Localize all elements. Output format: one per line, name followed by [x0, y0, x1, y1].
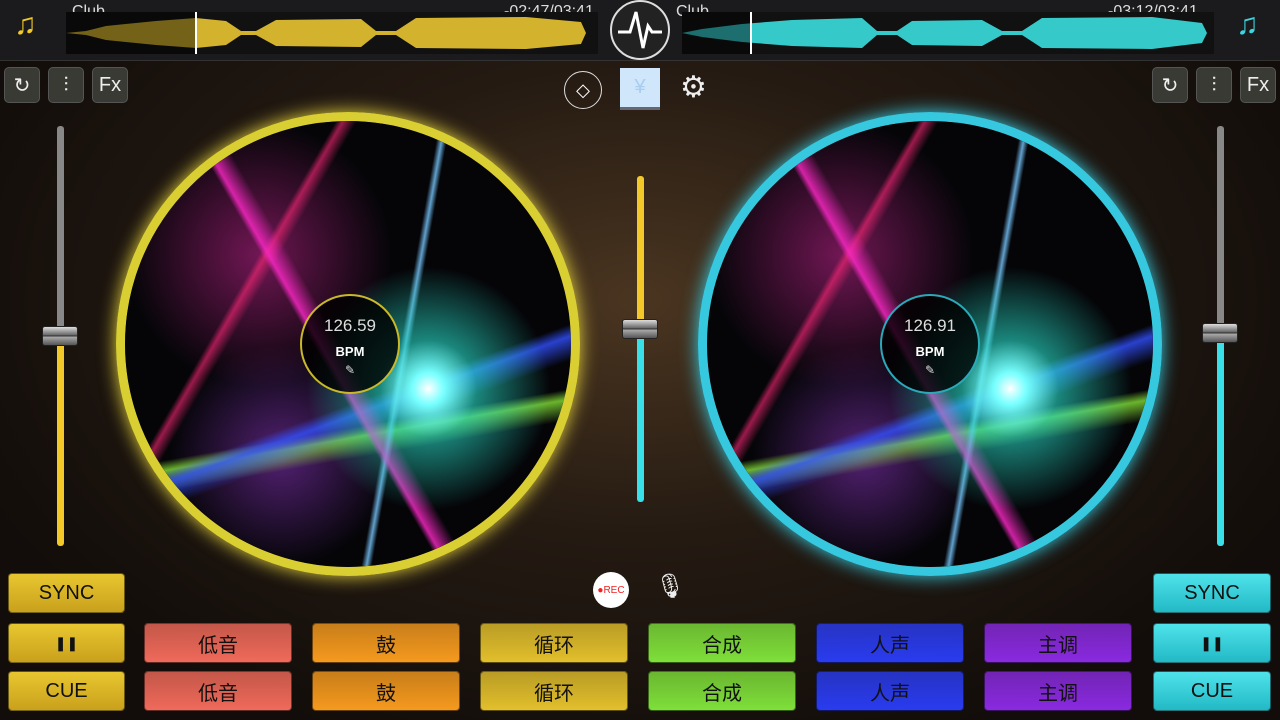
deck-b-pad-0[interactable]: 低音	[144, 671, 292, 711]
diamond-icon[interactable]: ◇	[564, 71, 602, 109]
edit-pencil-icon[interactable]: ✎	[925, 363, 935, 377]
add-music-icon-left[interactable]: ♫	[14, 8, 37, 42]
deck-a-volume-track	[57, 126, 64, 336]
deck-b-pad-3[interactable]: 合成	[648, 671, 796, 711]
deck-b-waveform[interactable]	[682, 12, 1214, 54]
deck-b-pad-2[interactable]: 循环	[480, 671, 628, 711]
deck-a-pad-0[interactable]: 低音	[144, 623, 292, 663]
deck-a-waveform[interactable]	[66, 12, 598, 54]
settings-gear-icon[interactable]: ⚙	[680, 70, 707, 105]
deck-b-bpm-value: 126.91	[904, 315, 956, 335]
crossfader-slider[interactable]	[622, 319, 658, 339]
edit-pencil-icon[interactable]: ✎	[345, 363, 355, 377]
microphone-icon[interactable]: 🎙	[655, 572, 685, 601]
deck-b-volume-fill	[1217, 333, 1224, 546]
deck-a-bpm-label: BPM	[335, 343, 365, 359]
deck-a-cue-button[interactable]: CUE	[8, 671, 125, 711]
deck-a-pad-1[interactable]: 鼓	[312, 623, 460, 663]
deck-a-pad-3[interactable]: 合成	[648, 623, 796, 663]
deck-b-volume-slider[interactable]	[1202, 323, 1238, 343]
deck-b-cue-button[interactable]: CUE	[1153, 671, 1271, 711]
deck-a-pad-2[interactable]: 循环	[480, 623, 628, 663]
deck-b-bpm-label: BPM	[915, 343, 945, 359]
deck-b-eq-icon[interactable]: ⫶	[1196, 67, 1232, 103]
deck-a-pad-5[interactable]: 主调	[984, 623, 1132, 663]
deck-a-bpm-value: 126.59	[324, 315, 376, 335]
deck-b-loop-icon[interactable]: ↻	[1152, 67, 1188, 103]
deck-b-bpm-display[interactable]: 126.91 BPM ✎	[880, 294, 980, 394]
deck-a-bpm-display[interactable]: 126.59 BPM ✎	[300, 294, 400, 394]
deck-b-play-pause-button[interactable]: ❚❚	[1153, 623, 1271, 663]
deck-b-sync-button[interactable]: SYNC	[1153, 573, 1271, 613]
crossfader-left	[637, 176, 644, 329]
heartbeat-logo-icon[interactable]	[610, 0, 670, 60]
crossfader-right	[637, 329, 644, 502]
deck-b-fx-button[interactable]: Fx	[1240, 67, 1276, 103]
deck-a-volume-slider[interactable]	[42, 326, 78, 346]
deck-b-pad-4[interactable]: 人声	[816, 671, 964, 711]
deck-a-play-pause-button[interactable]: ❚❚	[8, 623, 125, 663]
record-button[interactable]: ●REC	[593, 572, 629, 608]
deck-a-sync-button[interactable]: SYNC	[8, 573, 125, 613]
deck-a-loop-icon[interactable]: ↻	[4, 67, 40, 103]
deck-a-eq-icon[interactable]: ⫶	[48, 67, 84, 103]
deck-a-volume-fill	[57, 336, 64, 546]
deck-b-pad-1[interactable]: 鼓	[312, 671, 460, 711]
deck-a-fx-button[interactable]: Fx	[92, 67, 128, 103]
yen-ad-icon[interactable]: ¥	[620, 68, 660, 110]
deck-b-volume-track	[1217, 126, 1224, 333]
deck-a-pad-4[interactable]: 人声	[816, 623, 964, 663]
deck-b-pad-5[interactable]: 主调	[984, 671, 1132, 711]
add-music-icon-right[interactable]: ♫	[1236, 8, 1259, 42]
